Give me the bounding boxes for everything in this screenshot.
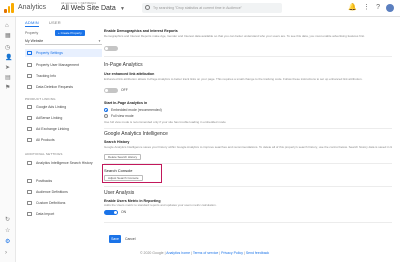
dimension-icon bbox=[27, 201, 32, 205]
upload-icon bbox=[27, 212, 32, 216]
tab-user[interactable]: USER bbox=[49, 17, 61, 27]
enable-users-metric-desc: Adds the Users metric to standard report… bbox=[104, 203, 217, 207]
footer: © 2020 Google | Analytics home | Terms o… bbox=[140, 251, 270, 255]
link-icon bbox=[27, 138, 32, 142]
property-nav-item[interactable]: Data Import bbox=[25, 210, 102, 218]
intelligence-icon bbox=[27, 161, 32, 165]
adsense-icon bbox=[27, 116, 32, 120]
notifications-icon[interactable]: 🔔 bbox=[348, 4, 357, 12]
header-icons: 🔔 ⋮ ? bbox=[348, 4, 394, 12]
attribution-icon[interactable]: ↻ bbox=[5, 217, 10, 223]
footer-link[interactable]: Analytics home bbox=[166, 251, 190, 255]
realtime-icon[interactable]: ◷ bbox=[5, 45, 10, 51]
intelligence-title: Google Analytics Intelligence bbox=[104, 131, 168, 137]
account-view-selector[interactable]: All Web Site Data bbox=[61, 5, 116, 12]
property-nav-item[interactable]: AdSense Linking bbox=[25, 114, 102, 122]
full-view-desc: Use full view mode is recommended only i… bbox=[104, 120, 226, 124]
collapse-chevron-icon[interactable]: › bbox=[5, 250, 7, 256]
discover-icon[interactable]: ☆ bbox=[5, 228, 10, 234]
demographics-desc: Demographics and Interest Reports make A… bbox=[104, 34, 365, 38]
home-icon[interactable]: ⌂ bbox=[5, 23, 9, 29]
property-nav-item[interactable]: Ad Exchange Linking bbox=[25, 125, 102, 133]
property-nav-item[interactable]: Postbacks bbox=[25, 177, 102, 185]
left-nav-rail: ⌂ ▦ ◷ 👤 ➤ ▤ ⚑ ↻ ☆ ⚙ › bbox=[0, 17, 16, 262]
audience-icon bbox=[27, 190, 32, 194]
toggle-state-label: OFF bbox=[121, 88, 128, 92]
top-header: Analytics All accounts > NETMEDIA All We… bbox=[0, 0, 400, 17]
user-analysis-title: User Analysis bbox=[104, 190, 135, 196]
divider bbox=[104, 56, 392, 57]
section-product-linking: PRODUCT LINKING bbox=[25, 97, 56, 101]
app-title: Analytics bbox=[18, 4, 47, 11]
behavior-icon[interactable]: ▤ bbox=[5, 75, 11, 81]
search-console-title: Search Console bbox=[104, 168, 133, 173]
footer-link[interactable]: Terms of service bbox=[193, 251, 218, 255]
property-nav-item[interactable]: Property User Management bbox=[25, 61, 102, 69]
cancel-button[interactable]: Cancel bbox=[125, 235, 136, 243]
radio-full-view-label: Full view mode bbox=[111, 114, 134, 118]
adjust-search-console-button[interactable]: Adjust Search Console bbox=[104, 175, 143, 181]
analytics-logo-icon[interactable] bbox=[4, 3, 15, 13]
property-nav-item[interactable]: Property Settings bbox=[25, 49, 102, 57]
section-additional-settings: ADDITIONAL SETTINGS bbox=[25, 152, 63, 156]
property-nav-item[interactable]: Google Ads Linking bbox=[25, 103, 102, 111]
search-input[interactable]: Try searching "Drop statistics at curren… bbox=[142, 3, 282, 13]
create-property-button[interactable]: + Create Property bbox=[55, 30, 85, 36]
divider bbox=[104, 128, 392, 129]
ad-exchange-icon bbox=[27, 127, 32, 131]
settings-icon bbox=[27, 51, 32, 55]
divider bbox=[104, 186, 392, 187]
link-attribution-desc: Enhanced link attribution allows In-Page… bbox=[104, 77, 363, 81]
users-icon bbox=[27, 63, 32, 67]
divider bbox=[104, 222, 392, 223]
conversions-icon[interactable]: ⚑ bbox=[5, 85, 10, 91]
chevron-down-icon[interactable]: ▼ bbox=[120, 6, 125, 12]
google-ads-icon bbox=[27, 105, 32, 109]
help-icon[interactable]: ? bbox=[376, 4, 380, 12]
property-nav-item[interactable]: Data Deletion Requests bbox=[25, 83, 102, 91]
tab-admin[interactable]: ADMIN bbox=[25, 17, 39, 27]
property-select[interactable]: My Website ▼ bbox=[25, 39, 102, 45]
footer-copyright: © 2020 Google bbox=[140, 251, 164, 255]
property-nav-item[interactable]: Tracking Info bbox=[25, 72, 102, 80]
search-history-desc: Google Analytics Intelligence saves your… bbox=[104, 145, 392, 149]
search-history-title: Search History bbox=[104, 140, 130, 144]
admin-user-tabs: ADMIN USER bbox=[25, 17, 61, 27]
toggle-state-label: ON bbox=[121, 210, 127, 214]
audience-icon[interactable]: 👤 bbox=[5, 55, 12, 61]
delete-search-history-button[interactable]: Delete Search History bbox=[104, 154, 142, 160]
chevron-down-icon: ▼ bbox=[98, 39, 101, 43]
acquisition-icon[interactable]: ➤ bbox=[5, 65, 10, 71]
start-in-page-title: Start In-Page Analytics in bbox=[104, 101, 148, 105]
link-attribution-title: Use enhanced link attribution bbox=[104, 72, 155, 76]
postback-icon bbox=[27, 179, 32, 183]
admin-gear-icon[interactable]: ⚙ bbox=[5, 239, 10, 245]
customization-icon[interactable]: ▦ bbox=[5, 33, 11, 39]
save-button[interactable]: Save bbox=[109, 235, 121, 243]
radio-full-view[interactable] bbox=[104, 114, 108, 118]
search-placeholder: Try searching "Drop statistics at curren… bbox=[153, 6, 242, 10]
users-metric-toggle[interactable] bbox=[104, 210, 118, 215]
code-icon bbox=[27, 74, 32, 78]
search-icon bbox=[145, 5, 150, 10]
radio-embedded-label: Embedded mode (recommended) bbox=[111, 108, 162, 112]
trash-icon bbox=[27, 85, 32, 89]
demographics-title: Enable Demographics and Interest Reports bbox=[104, 29, 178, 33]
property-header: Property bbox=[25, 31, 39, 35]
footer-link[interactable]: Privacy Policy bbox=[221, 251, 243, 255]
link-attribution-toggle[interactable] bbox=[104, 88, 118, 93]
in-page-title: In-Page Analytics bbox=[104, 62, 143, 68]
property-selected-value: My Website bbox=[25, 39, 44, 43]
property-nav-item[interactable]: All Products bbox=[25, 136, 102, 144]
demographics-toggle[interactable] bbox=[104, 46, 118, 51]
property-nav-item[interactable]: Audience Definitions bbox=[25, 188, 102, 196]
property-nav-item[interactable]: Analytics Intelligence Search History bbox=[25, 159, 102, 167]
avatar[interactable] bbox=[386, 4, 394, 12]
radio-embedded[interactable] bbox=[104, 108, 108, 112]
apps-grid-icon[interactable]: ⋮ bbox=[363, 4, 370, 12]
footer-link[interactable]: Send feedback bbox=[246, 251, 269, 255]
property-nav-item[interactable]: Custom Definitions bbox=[25, 199, 102, 207]
